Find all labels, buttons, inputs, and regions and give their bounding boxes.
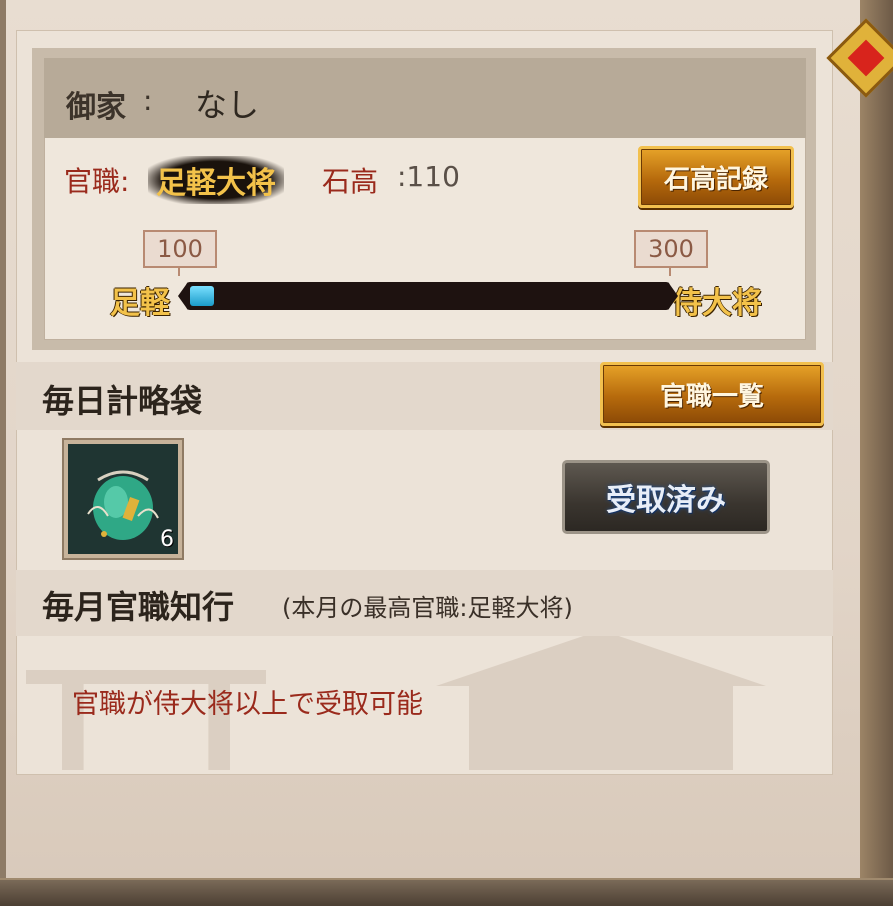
progress-end-label: 侍大将 [672,286,762,321]
received-button[interactable]: 受取済み [562,460,770,534]
progress-bar-track [186,282,670,310]
daily-item-count: 6 [160,527,174,552]
progress-start-pin [178,266,180,276]
progress-start-value: 100 [143,230,217,268]
frame-right-edge [860,0,893,904]
koku-record-button[interactable]: 石高記録 [638,146,794,208]
progress-end-value: 300 [634,230,708,268]
rank-list-button[interactable]: 官職一覧 [600,362,824,426]
house-colon: : [143,84,153,117]
progress-bar-right-cap [668,282,678,310]
progress-end-pin [669,266,671,276]
monthly-requirement-notice: 官職が侍大将以上で受取可能 [72,689,423,720]
house-label: 御家 [66,90,126,125]
rank-value: 足軽大将 [148,156,284,204]
rank-label: 官職: [64,165,130,198]
house-header-bar [44,58,806,138]
progress-bar-fill [190,286,214,306]
frame-left-edge [0,0,6,904]
daily-item-slot[interactable]: 6 [64,440,182,558]
daily-section-title: 毎日計略袋 [42,382,203,420]
progress-start-label: 足軽 [110,286,170,321]
background-pagoda-silhouette [436,630,766,770]
koku-label: 石高 [322,165,379,198]
house-value: なし [195,86,260,124]
monthly-section-title: 毎月官職知行 [42,588,235,626]
koku-value: :110 [397,160,460,193]
frame-bottom-edge [0,878,893,906]
monthly-section-subtitle: (本月の最高官職:足軽大将) [282,594,573,622]
